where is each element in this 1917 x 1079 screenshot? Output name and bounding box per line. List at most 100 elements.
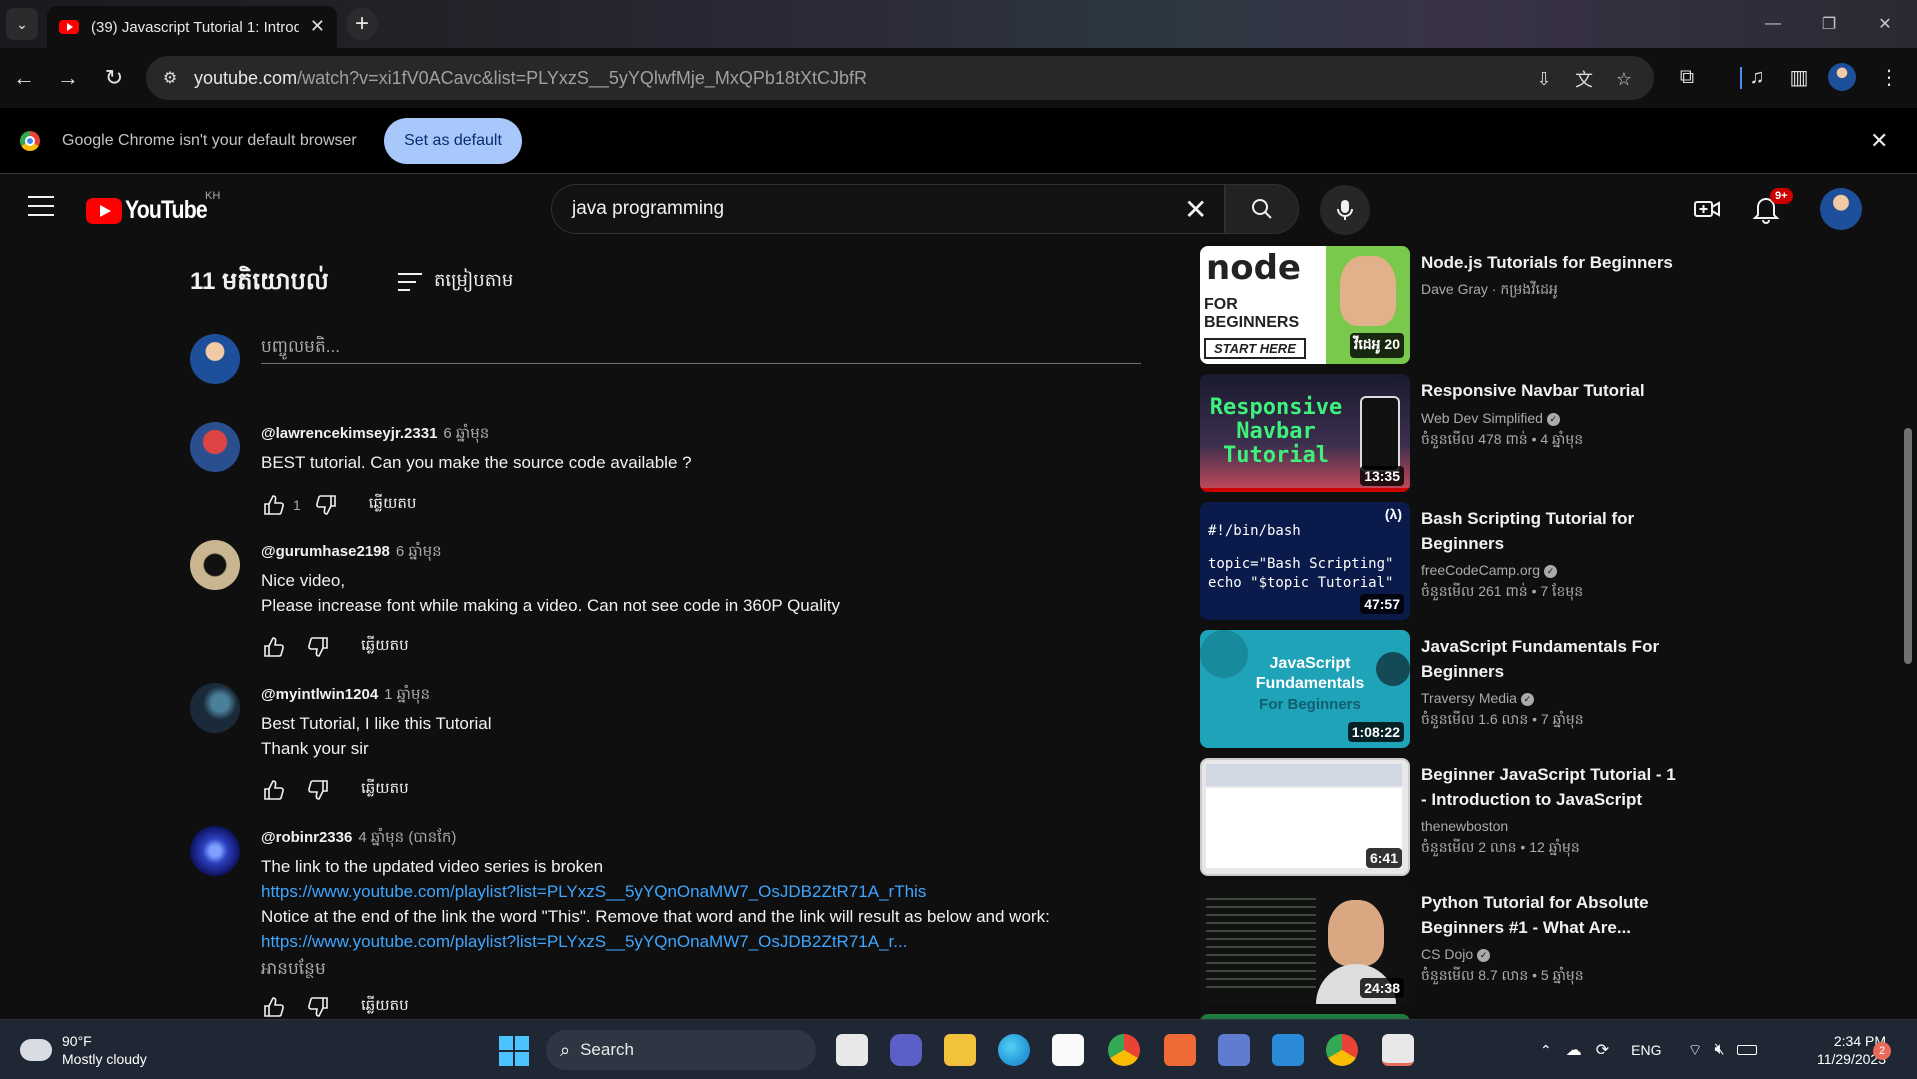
close-window-button[interactable]: ✕ bbox=[1857, 0, 1913, 48]
search-button[interactable] bbox=[1225, 184, 1299, 234]
like-button[interactable] bbox=[261, 492, 287, 518]
forward-button[interactable]: → bbox=[52, 62, 84, 94]
active-tab[interactable]: (39) Javascript Tutorial 1: Introd ✕ bbox=[47, 6, 337, 48]
read-more-link[interactable]: អានបន្ថែម bbox=[261, 958, 326, 983]
translate-icon[interactable]: 文 bbox=[1572, 68, 1596, 90]
back-button[interactable]: ← bbox=[8, 62, 40, 94]
video-title[interactable]: JavaScript Fundamentals For Beginners bbox=[1421, 634, 1681, 684]
comment-avatar[interactable] bbox=[190, 540, 240, 590]
wifi-icon[interactable]: ⌔ bbox=[1687, 1040, 1702, 1060]
battery-icon[interactable] bbox=[1736, 1045, 1757, 1055]
recommendation-item[interactable]: JavaScript Fundamentals For Beginners 1:… bbox=[1200, 630, 1700, 750]
video-thumbnail[interactable]: node FOR BEGINNERS START HERE វីដេអូ 20 bbox=[1200, 246, 1410, 364]
recommendation-item[interactable]: #!/bin/bash topic="Bash Scripting" echo … bbox=[1200, 502, 1700, 622]
recommendation-item[interactable]: node FOR BEGINNERS START HERE វីដេអូ 20 … bbox=[1200, 246, 1700, 366]
clear-search-icon[interactable]: ✕ bbox=[1184, 193, 1207, 226]
comment-author[interactable]: @robinr2336 bbox=[261, 829, 352, 846]
video-title[interactable]: Bash Scripting Tutorial for Beginners bbox=[1421, 506, 1681, 556]
minimize-button[interactable]: — bbox=[1745, 0, 1801, 48]
extensions-icon[interactable]: ⧉ bbox=[1672, 62, 1702, 92]
dislike-button[interactable] bbox=[313, 492, 339, 518]
video-thumbnail[interactable]: JavaScript Fundamentals For Beginners 1:… bbox=[1200, 630, 1410, 748]
like-button[interactable] bbox=[261, 994, 287, 1020]
video-thumbnail[interactable]: #!/bin/bash topic="Bash Scripting" echo … bbox=[1200, 502, 1410, 620]
comment-time[interactable]: 1 ឆ្នាំមុន bbox=[384, 686, 430, 703]
new-tab-button[interactable]: + bbox=[346, 8, 378, 40]
close-icon[interactable]: ✕ bbox=[1870, 128, 1888, 154]
chrome-profile-icon[interactable] bbox=[1326, 1034, 1358, 1066]
snipping-tool-icon[interactable] bbox=[1382, 1034, 1414, 1066]
youtube-logo[interactable]: YouTube bbox=[86, 196, 221, 225]
edge-browser-icon[interactable] bbox=[998, 1034, 1030, 1066]
comment-avatar[interactable] bbox=[190, 422, 240, 472]
dislike-button[interactable] bbox=[305, 994, 331, 1020]
taskbar-search[interactable]: ⌕ Search bbox=[546, 1030, 816, 1070]
clock[interactable]: 2:34 PM 11/29/2023 bbox=[1786, 1032, 1886, 1068]
comment-time[interactable]: 4 ឆ្នាំមុន (បានកែ) bbox=[358, 829, 456, 846]
media-control-icon[interactable]: ♫ bbox=[1742, 62, 1772, 92]
weather-widget[interactable]: 90°F Mostly cloudy bbox=[16, 1032, 147, 1068]
like-button[interactable] bbox=[261, 777, 287, 803]
notification-count-badge[interactable]: 2 bbox=[1873, 1042, 1891, 1060]
comment-avatar[interactable] bbox=[190, 683, 240, 733]
chrome-icon[interactable] bbox=[1108, 1034, 1140, 1066]
app-icon[interactable] bbox=[1218, 1034, 1250, 1066]
site-info-icon[interactable]: ⚙ bbox=[156, 64, 184, 92]
start-button[interactable] bbox=[499, 1036, 529, 1066]
video-title[interactable]: Beginner JavaScript Tutorial - 1 - Intro… bbox=[1421, 762, 1681, 812]
channel-name[interactable]: thenewboston bbox=[1421, 818, 1508, 834]
onedrive-cloud-icon[interactable]: ☁ bbox=[1566, 1040, 1582, 1060]
video-thumbnail[interactable]: Responsive Navbar Tutorial 13:35 bbox=[1200, 374, 1410, 492]
hamburger-menu-icon[interactable] bbox=[28, 196, 54, 216]
comment-avatar[interactable] bbox=[190, 826, 240, 876]
video-thumbnail[interactable]: 6:41 bbox=[1200, 758, 1410, 876]
create-video-button[interactable] bbox=[1692, 194, 1722, 224]
brave-icon[interactable] bbox=[1164, 1034, 1196, 1066]
volume-muted-icon[interactable]: 🔇︎ bbox=[1715, 1041, 1725, 1059]
comment-author[interactable]: @myintlwin1204 bbox=[261, 686, 378, 703]
sort-comments-button[interactable]: តម្រៀបតាម bbox=[398, 268, 513, 295]
comment-author[interactable]: @gurumhase2198 bbox=[261, 543, 390, 560]
channel-name[interactable]: Web Dev Simplified ✓ bbox=[1421, 410, 1560, 426]
channel-name[interactable]: freeCodeCamp.org ✓ bbox=[1421, 562, 1558, 578]
microsoft-store-icon[interactable] bbox=[1052, 1034, 1084, 1066]
search-input[interactable]: java programming bbox=[572, 198, 724, 220]
file-explorer-icon[interactable] bbox=[944, 1034, 976, 1066]
recommendation-item[interactable]: Responsive Navbar Tutorial 13:35 Respons… bbox=[1200, 374, 1700, 494]
set-as-default-button[interactable]: Set as default bbox=[384, 118, 522, 164]
channel-name[interactable]: Traversy Media ✓ bbox=[1421, 690, 1534, 706]
sync-icon[interactable]: ⟳ bbox=[1596, 1040, 1609, 1060]
video-title[interactable]: Responsive Navbar Tutorial bbox=[1421, 378, 1681, 403]
reply-button[interactable]: ឆ្លើយតប bbox=[369, 494, 417, 516]
chrome-menu-icon[interactable]: ⋮ bbox=[1874, 62, 1904, 92]
search-box[interactable]: java programming ✕ bbox=[551, 184, 1225, 234]
address-bar[interactable]: ⚙ youtube.com/watch?v=xi1fV0ACavc&list=P… bbox=[146, 56, 1654, 100]
recommendation-item[interactable]: 24:38 Python Tutorial for Absolute Begin… bbox=[1200, 886, 1700, 1006]
video-thumbnail[interactable]: 24:38 bbox=[1200, 886, 1410, 1004]
channel-name[interactable]: Dave Gray · កម្រងវីដេអូ bbox=[1421, 280, 1558, 301]
dislike-button[interactable] bbox=[305, 777, 331, 803]
task-view-icon[interactable] bbox=[836, 1034, 868, 1066]
dislike-button[interactable] bbox=[305, 634, 331, 660]
teams-chat-icon[interactable] bbox=[890, 1034, 922, 1066]
bookmark-star-icon[interactable]: ☆ bbox=[1612, 68, 1636, 90]
reply-button[interactable]: ឆ្លើយតប bbox=[361, 636, 409, 658]
comment-time[interactable]: 6 ឆ្នាំមុន bbox=[396, 543, 442, 560]
video-title[interactable]: Node.js Tutorials for Beginners bbox=[1421, 250, 1681, 275]
close-icon[interactable]: ✕ bbox=[310, 16, 325, 37]
comment-link[interactable]: https://www.youtube.com/playlist?list=PL… bbox=[261, 879, 1050, 904]
scrollbar-thumb[interactable] bbox=[1904, 428, 1912, 664]
profile-avatar[interactable] bbox=[1828, 63, 1856, 91]
comment-author[interactable]: @lawrencekimseyjr.2331 bbox=[261, 425, 437, 442]
channel-name[interactable]: CS Dojo ✓ bbox=[1421, 946, 1491, 962]
comment-link[interactable]: https://www.youtube.com/playlist?list=PL… bbox=[261, 929, 1050, 954]
voice-search-button[interactable] bbox=[1320, 185, 1370, 235]
url-text[interactable]: youtube.com/watch?v=xi1fV0ACavc&list=PLY… bbox=[194, 68, 867, 89]
restore-button[interactable]: ❐ bbox=[1801, 0, 1857, 48]
add-comment-input[interactable]: បញ្ចូលមតិ... bbox=[261, 334, 1141, 364]
vscode-icon[interactable] bbox=[1272, 1034, 1304, 1066]
video-title[interactable]: Python Tutorial for Absolute Beginners #… bbox=[1421, 890, 1681, 940]
install-app-icon[interactable]: ⇩ bbox=[1532, 68, 1556, 90]
reload-button[interactable]: ↻ bbox=[98, 62, 130, 94]
like-button[interactable] bbox=[261, 634, 287, 660]
